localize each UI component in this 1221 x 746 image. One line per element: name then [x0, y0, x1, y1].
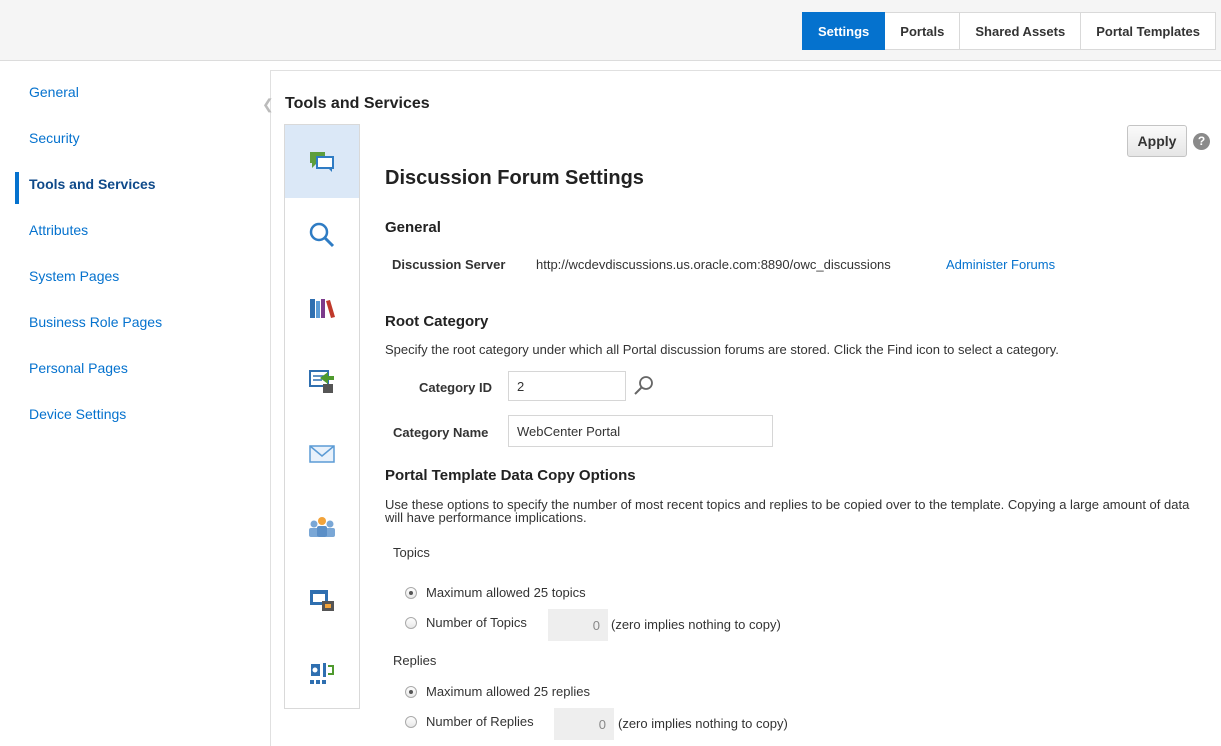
find-icon[interactable] [633, 375, 655, 397]
help-icon[interactable]: ? [1193, 133, 1210, 150]
sidebar-item-tools-and-services[interactable]: Tools and Services [29, 176, 156, 192]
administer-forums-link[interactable]: Administer Forums [946, 257, 1055, 272]
replies-number-label: Number of Replies [426, 714, 534, 729]
sidebar-item-business-role-pages[interactable]: Business Role Pages [29, 314, 162, 330]
sidebar-item-attributes[interactable]: Attributes [29, 222, 88, 238]
tab-shared-assets[interactable]: Shared Assets [960, 12, 1082, 50]
search-icon[interactable] [285, 198, 359, 271]
general-heading: General [385, 219, 441, 236]
collapse-chevron-icon[interactable]: ❮ [262, 96, 274, 113]
root-category-description: Specify the root category under which al… [385, 342, 1059, 357]
replies-number-radio[interactable] [405, 716, 417, 728]
topics-number-label: Number of Topics [426, 615, 527, 630]
category-id-label: Category ID [419, 380, 492, 395]
documents-icon[interactable] [285, 344, 359, 417]
replies-label: Replies [393, 653, 437, 668]
page-title: Discussion Forum Settings [385, 167, 644, 189]
top-bar: Settings Portals Shared Assets Portal Te… [0, 0, 1221, 61]
category-name-input[interactable] [508, 415, 773, 447]
panel-title: Tools and Services [285, 95, 430, 112]
sidebar-item-system-pages[interactable]: System Pages [29, 268, 119, 284]
replies-hint: (zero implies nothing to copy) [618, 716, 788, 731]
topics-max-radio[interactable] [405, 587, 417, 599]
active-indicator [15, 172, 19, 204]
copy-options-description: Use these options to specify the number … [385, 497, 1190, 525]
replies-number-input[interactable] [554, 708, 614, 740]
tab-settings[interactable]: Settings [801, 12, 886, 50]
people-icon[interactable] [285, 490, 359, 563]
mail-icon[interactable] [285, 417, 359, 490]
apply-button[interactable]: Apply [1127, 125, 1187, 157]
topics-number-radio[interactable] [405, 617, 417, 629]
replies-max-label: Maximum allowed 25 replies [426, 684, 591, 699]
replies-max-radio[interactable] [405, 686, 417, 698]
topics-label: Topics [393, 545, 430, 560]
library-icon[interactable] [285, 271, 359, 344]
topics-max-label: Maximum allowed 25 topics [426, 585, 586, 600]
category-id-input[interactable] [508, 371, 626, 401]
service-icon-strip [284, 124, 360, 709]
copy-options-heading: Portal Template Data Copy Options [385, 467, 636, 484]
discussion-server-url: http://wcdevdiscussions.us.oracle.com:88… [536, 257, 891, 272]
sidebar-item-general[interactable]: General [29, 84, 79, 100]
sidebar-item-device-settings[interactable]: Device Settings [29, 406, 126, 422]
root-category-heading: Root Category [385, 313, 489, 330]
sidebar-item-security[interactable]: Security [29, 130, 80, 146]
topics-hint: (zero implies nothing to copy) [611, 617, 781, 632]
tab-portals[interactable]: Portals [885, 12, 961, 50]
category-name-label: Category Name [393, 425, 489, 440]
topics-number-input[interactable] [548, 609, 608, 641]
events-icon[interactable] [285, 563, 359, 636]
tab-portal-templates[interactable]: Portal Templates [1081, 12, 1216, 50]
integration-icon[interactable] [285, 636, 359, 709]
discussions-icon[interactable] [285, 125, 359, 198]
top-tabs: Settings Portals Shared Assets Portal Te… [801, 12, 1216, 50]
discussion-server-label: Discussion Server [392, 257, 506, 272]
sidebar-item-personal-pages[interactable]: Personal Pages [29, 360, 128, 376]
